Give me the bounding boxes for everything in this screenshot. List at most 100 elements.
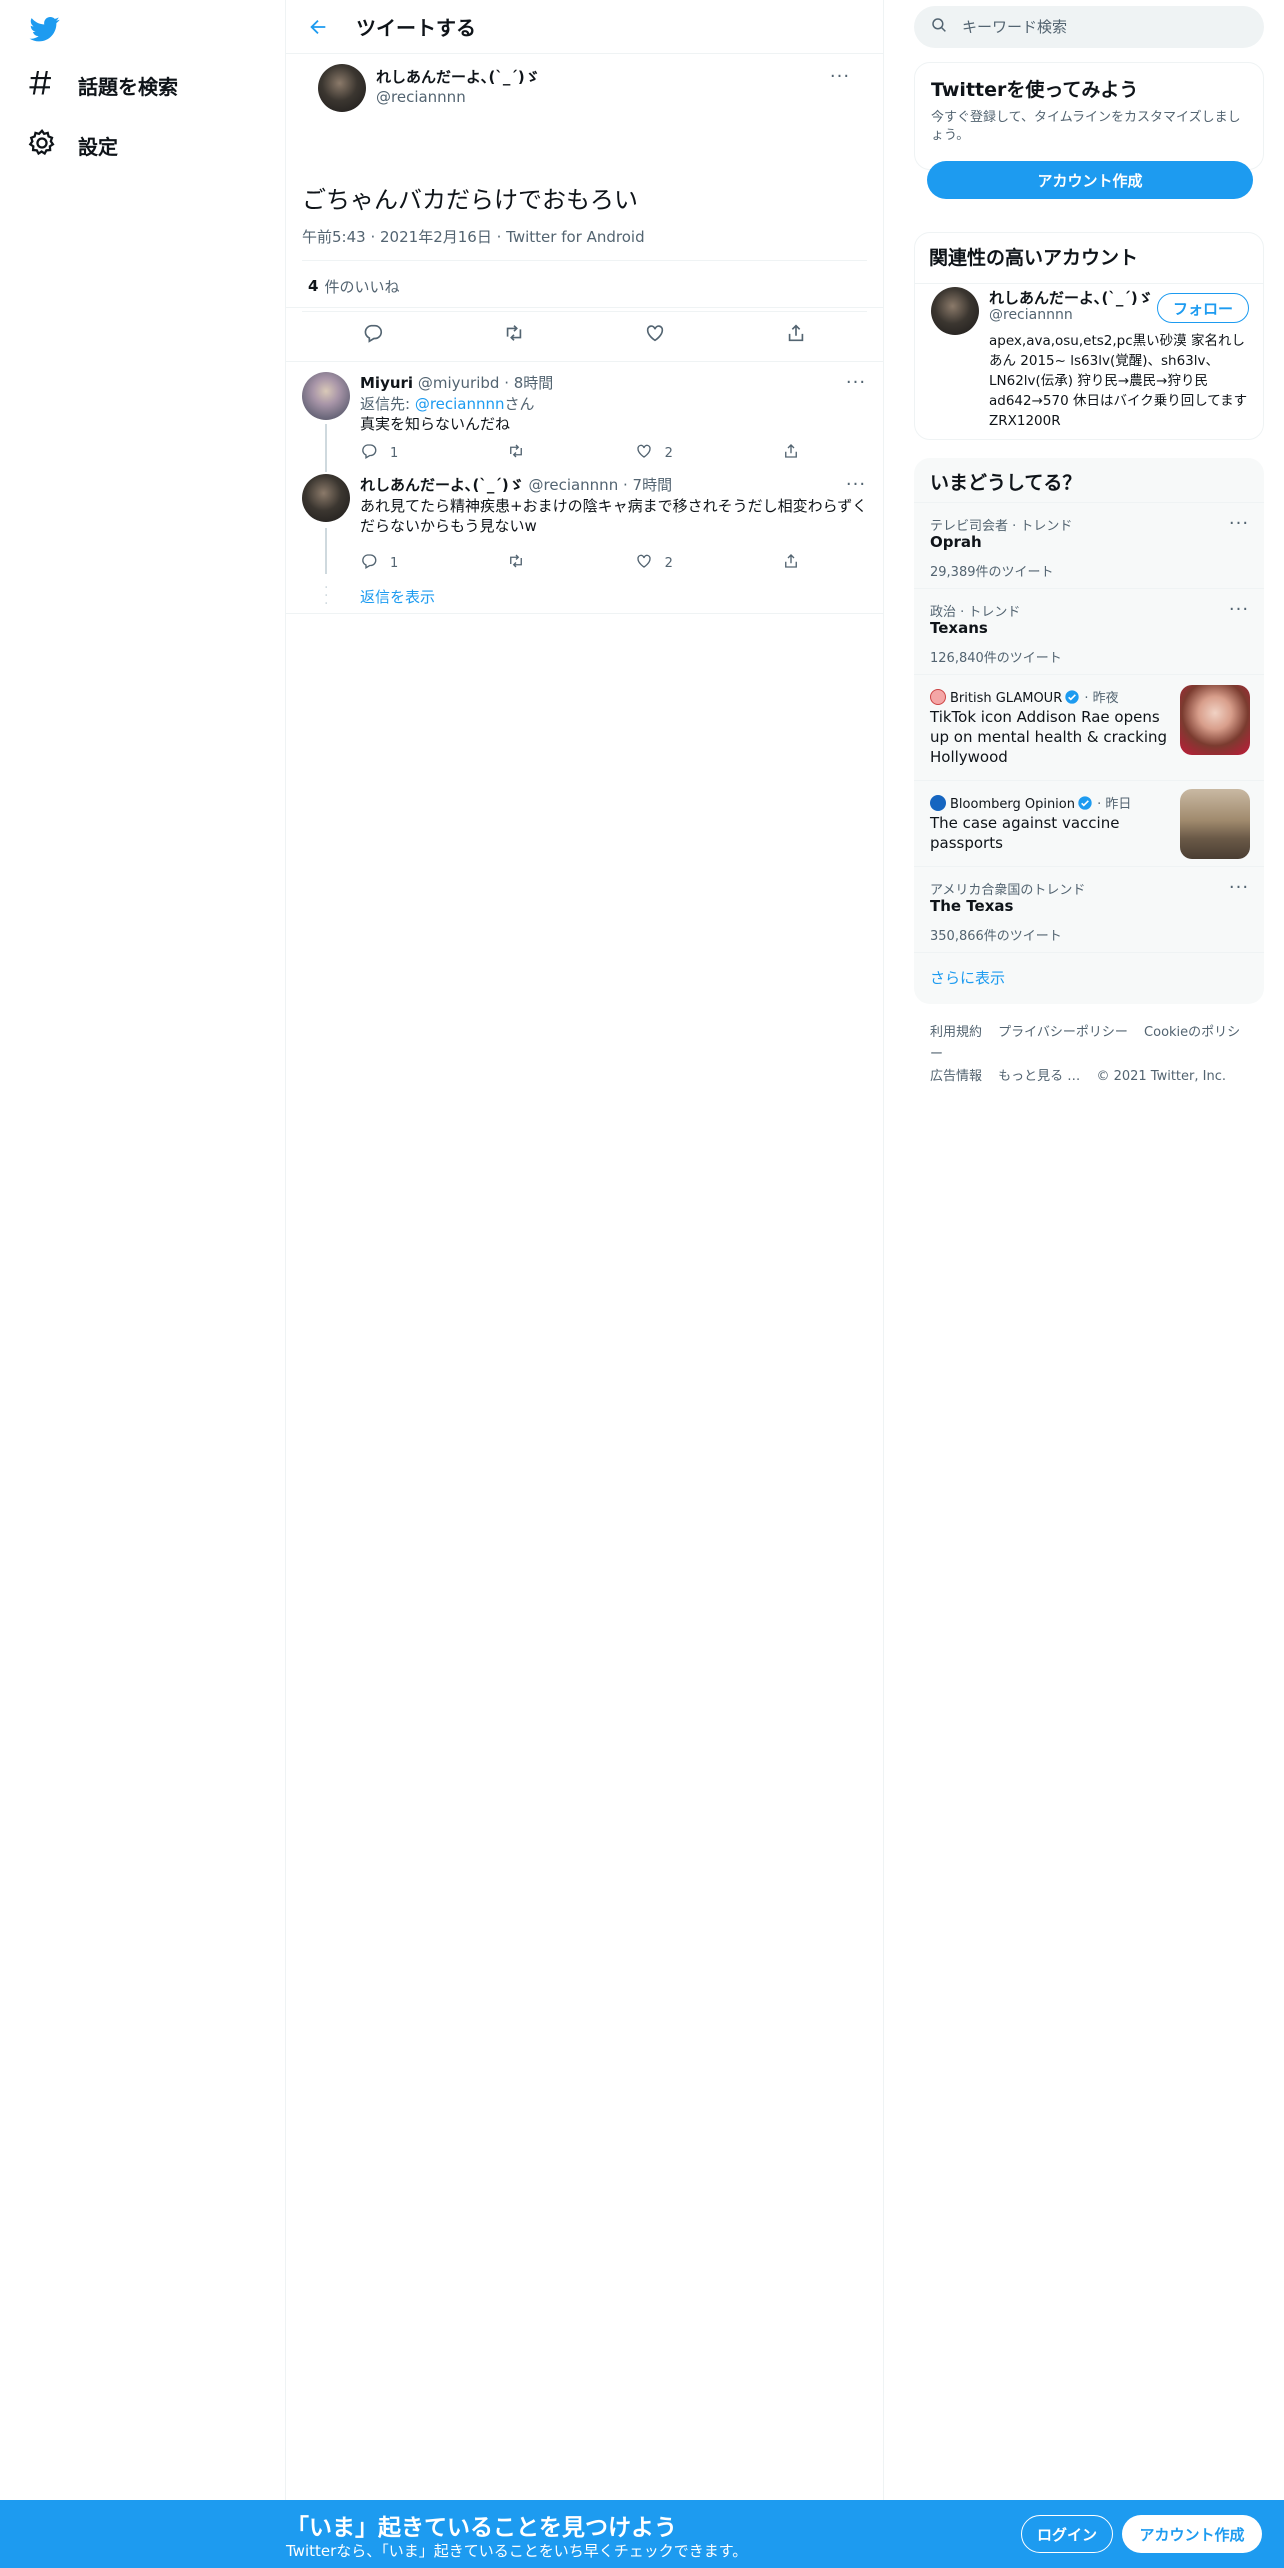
search-icon — [930, 16, 948, 38]
reply-tweet[interactable]: れしあんだーよ､(`_´)ゞ @reciannnn · 7時間 ··· あれ見て… — [286, 472, 883, 578]
show-more-row[interactable]: さらに表示 — [914, 952, 1264, 1004]
reply-button[interactable]: 1 — [360, 552, 398, 574]
left-navigation: 話題を検索 設定 — [0, 0, 286, 2500]
tweet-time[interactable]: 午前5:43 — [302, 228, 366, 246]
avatar[interactable] — [302, 372, 350, 420]
show-replies-row[interactable]: · · · 返信を表示 — [286, 578, 883, 614]
show-more-link[interactable]: さらに表示 — [930, 967, 1005, 988]
author-handle[interactable]: @miyuribd — [418, 374, 500, 392]
more-icon[interactable]: ··· — [841, 372, 871, 393]
footer-link-more[interactable]: もっと見る … — [998, 1069, 1080, 1084]
footer-link-ads[interactable]: 広告情報 — [930, 1069, 982, 1084]
reply-time[interactable]: 8時間 — [514, 374, 554, 392]
login-button[interactable]: ログイン — [1021, 2515, 1113, 2553]
more-icon[interactable]: ··· — [1224, 877, 1254, 898]
trend-count: 29,389件のツイート — [930, 565, 1054, 580]
retweet-icon[interactable] — [503, 322, 525, 348]
trend-context: アメリカ合衆国のトレンド — [930, 883, 1086, 898]
reply-to-prefix: 返信先: — [360, 395, 415, 413]
gear-icon — [26, 127, 58, 163]
nav-item-settings[interactable]: 設定 — [26, 121, 118, 169]
retweet-icon — [507, 442, 525, 464]
footer-link-terms[interactable]: 利用規約 — [930, 1025, 982, 1040]
news-source: British GLAMOUR — [950, 691, 1063, 706]
glamour-logo-icon — [930, 689, 946, 705]
trend-name: Texans — [930, 619, 988, 637]
back-arrow-icon[interactable] — [300, 9, 336, 45]
follow-button[interactable]: フォロー — [1157, 293, 1249, 323]
share-icon[interactable] — [785, 322, 807, 348]
thread-line — [325, 424, 327, 472]
trends-card: いまどうしてる？ テレビ司会者 · トレンド Oprah 29,389件のツイー… — [914, 458, 1264, 1004]
news-item[interactable]: Bloomberg Opinion · 昨日 The case against … — [914, 780, 1264, 866]
reply-actions: 1 2 — [360, 442, 800, 464]
reply-text: 真実を知らないんだね — [360, 415, 511, 433]
signup-title: Twitterを使ってみよう — [931, 79, 1139, 101]
thread-line — [325, 528, 327, 574]
share-icon — [782, 442, 800, 464]
tweet-header: れしあんだーよ､(`_´)ゞ @reciannnn ··· — [302, 54, 867, 116]
reply-button[interactable]: 1 — [360, 442, 398, 464]
tweet-text: ごちゃんバカだらけでおもろい — [302, 186, 638, 214]
reply-to-line: 返信先: @reciannnnさん — [360, 394, 870, 414]
tweet-date[interactable]: 2021年2月16日 — [380, 228, 492, 246]
create-account-button[interactable]: アカウント作成 — [927, 161, 1253, 199]
news-item[interactable]: British GLAMOUR · 昨夜 TikTok icon Addison… — [914, 674, 1264, 780]
trend-count: 350,866件のツイート — [930, 929, 1062, 944]
search-input[interactable] — [962, 18, 1222, 36]
reply-header: れしあんだーよ､(`_´)ゞ @reciannnn · 7時間 — [360, 476, 673, 494]
author-name[interactable]: Miyuri — [360, 374, 413, 392]
signup-card: Twitterを使ってみよう 今すぐ登録して、タイムラインをカスタマイズしましょ… — [914, 62, 1264, 199]
reply-icon[interactable] — [362, 322, 384, 348]
tweet-source[interactable]: Twitter for Android — [506, 228, 644, 246]
tweet-stats[interactable]: 4 件のいいね — [302, 260, 867, 312]
reply-tweet[interactable]: Miyuri @miyuribd · 8時間 ··· 返信先: @reciann… — [286, 362, 883, 472]
retweet-button[interactable] — [507, 442, 525, 464]
trend-count: 126,840件のツイート — [930, 651, 1062, 666]
focused-tweet: れしあんだーよ､(`_´)ゞ @reciannnn ··· ごちゃんバカだらけで… — [286, 54, 883, 312]
reply-to-suffix: さん — [504, 395, 535, 413]
news-headline: The case against vaccine passports — [930, 814, 1120, 852]
more-icon[interactable]: ··· — [825, 66, 855, 87]
news-thumbnail — [1180, 789, 1250, 859]
more-icon[interactable]: ··· — [1224, 599, 1254, 620]
show-replies-link[interactable]: 返信を表示 — [360, 586, 435, 607]
like-icon — [635, 552, 653, 574]
nav-item-explore[interactable]: 話題を検索 — [26, 61, 178, 109]
more-icon[interactable]: ··· — [841, 474, 871, 495]
author-handle[interactable]: @reciannnn — [529, 476, 619, 494]
author-name[interactable]: れしあんだーよ､(`_´)ゞ — [376, 66, 540, 87]
verified-icon — [1065, 690, 1079, 704]
trend-item[interactable]: 政治 · トレンド Texans 126,840件のツイート ··· — [914, 588, 1264, 674]
trend-item[interactable]: アメリカ合衆国のトレンド The Texas 350,866件のツイート ··· — [914, 866, 1264, 952]
likes-label: 件のいいね — [324, 277, 400, 296]
avatar[interactable] — [931, 287, 979, 335]
author-name[interactable]: れしあんだーよ､(`_´)ゞ — [360, 476, 524, 494]
trend-item[interactable]: テレビ司会者 · トレンド Oprah 29,389件のツイート ··· — [914, 502, 1264, 588]
like-button[interactable]: 2 — [635, 552, 673, 574]
related-accounts-card: 関連性の高いアカウント れしあんだーよ､(`_´)ゞ @reciannnn フォ… — [914, 232, 1264, 440]
search-box[interactable] — [914, 6, 1264, 48]
more-icon[interactable]: ··· — [1224, 513, 1254, 534]
like-icon[interactable] — [644, 322, 666, 348]
news-source-line: Bloomberg Opinion · 昨日 — [930, 793, 1131, 812]
related-title: 関連性の高いアカウント — [929, 247, 1139, 269]
footer-link-privacy[interactable]: プライバシーポリシー — [998, 1025, 1128, 1040]
nav-label-explore: 話題を検索 — [78, 74, 178, 99]
reply-to-handle[interactable]: @reciannnn — [415, 395, 505, 413]
related-handle[interactable]: @reciannnn — [989, 307, 1073, 323]
twitter-bird-icon[interactable] — [28, 14, 62, 44]
share-icon — [782, 552, 800, 574]
signup-button[interactable]: アカウント作成 — [1122, 2515, 1262, 2553]
retweet-button[interactable] — [507, 552, 525, 574]
page-title: ツイートする — [356, 16, 476, 40]
avatar[interactable] — [302, 474, 350, 522]
like-button[interactable]: 2 — [635, 442, 673, 464]
reply-time[interactable]: 7時間 — [633, 476, 673, 494]
share-button[interactable] — [782, 442, 800, 464]
avatar[interactable] — [318, 64, 366, 112]
related-name[interactable]: れしあんだーよ､(`_´)ゞ — [989, 287, 1153, 308]
share-button[interactable] — [782, 552, 800, 574]
author-handle[interactable]: @reciannnn — [376, 88, 466, 106]
like-count: 2 — [664, 445, 673, 461]
